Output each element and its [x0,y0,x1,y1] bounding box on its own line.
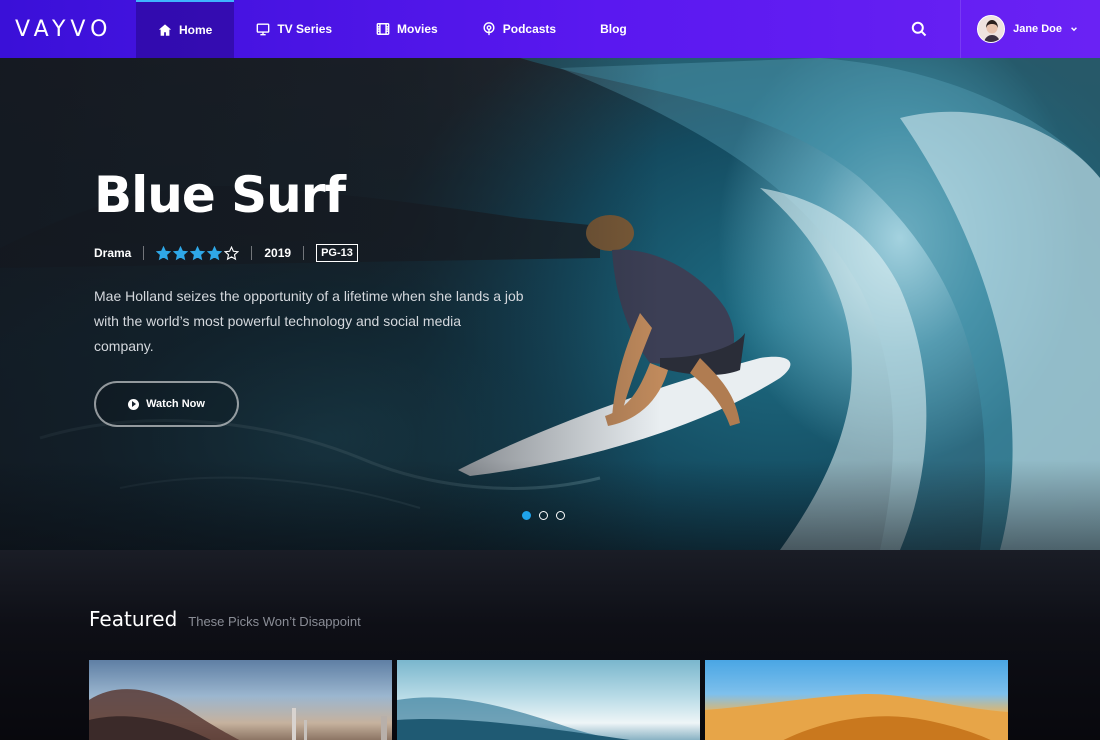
featured-subtitle: These Picks Won’t Disappoint [188,614,361,629]
star-filled-icon [156,245,172,260]
featured-card[interactable] [89,660,392,740]
avatar-image [978,16,1005,42]
star-rating [156,245,240,261]
watch-now-button[interactable]: Watch Now [94,381,239,427]
carousel-dot[interactable] [556,511,565,520]
logo[interactable]: VAYVO [0,0,136,58]
nav-item-label: Movies [397,22,438,36]
hero-banner: Blue Surf Drama 2019 PG-13 Mae Holland s… [0,58,1100,550]
hero-title: Blue Surf [94,166,346,224]
carousel-dot[interactable] [522,511,531,520]
featured-card[interactable] [705,660,1008,740]
search-icon [911,21,927,37]
hero-content: Blue Surf Drama 2019 PG-13 Mae Holland s… [94,170,524,427]
meta-divider [251,246,253,260]
nav-item-blog[interactable]: Blog [578,0,649,58]
meta-divider [303,246,305,260]
hero-description: Mae Holland seizes the opportunity of a … [94,288,524,354]
nav-item-label: Blog [600,22,627,36]
page: VAYVO Home TV Series Movies Podcasts Blo… [0,0,1100,740]
carousel-dot[interactable] [539,511,548,520]
main-nav: Home TV Series Movies Podcasts Blog [136,0,649,58]
nav-item-label: TV Series [277,22,333,36]
carousel-dots [522,511,565,520]
genre-label: Drama [94,246,132,260]
hero-meta: Drama 2019 PG-13 [94,244,524,262]
featured-title: Featured [89,607,178,631]
avatar [977,15,1006,43]
star-filled-icon [190,245,206,260]
user-menu[interactable]: Jane Doe [960,0,1100,58]
desert-dunes-image [705,693,1008,740]
top-nav-bar: VAYVO Home TV Series Movies Podcasts Blo… [0,0,1100,58]
featured-header: Featured These Picks Won’t Disappoint [89,607,361,631]
topbar-right: Jane Doe [890,0,1100,58]
watch-now-label: Watch Now [146,398,205,410]
search-button[interactable] [890,0,948,58]
tv-icon [256,23,270,36]
star-empty-icon [224,245,240,260]
podcast-icon [483,22,495,36]
nav-item-movies[interactable]: Movies [354,0,460,58]
nav-item-label: Home [179,23,213,37]
nav-item-tv-series[interactable]: TV Series [234,0,354,58]
featured-card[interactable] [397,660,700,740]
nav-item-label: Podcasts [502,22,557,36]
ocean-wave-image [397,697,631,740]
rocket-launch-image [89,689,387,740]
nav-item-podcasts[interactable]: Podcasts [460,0,578,58]
star-filled-icon [207,245,223,260]
featured-cards [89,660,1008,740]
release-year: 2019 [264,246,292,260]
play-icon [128,398,140,410]
content-rating-badge: PG-13 [316,244,358,262]
user-name: Jane Doe [1013,23,1062,35]
meta-divider [143,246,145,260]
home-icon [158,24,172,36]
film-icon [376,23,390,35]
nav-item-home[interactable]: Home [136,0,235,58]
hero-bottom-fade [0,460,1100,550]
chevron-down-icon [1071,27,1077,32]
star-filled-icon [173,245,189,260]
